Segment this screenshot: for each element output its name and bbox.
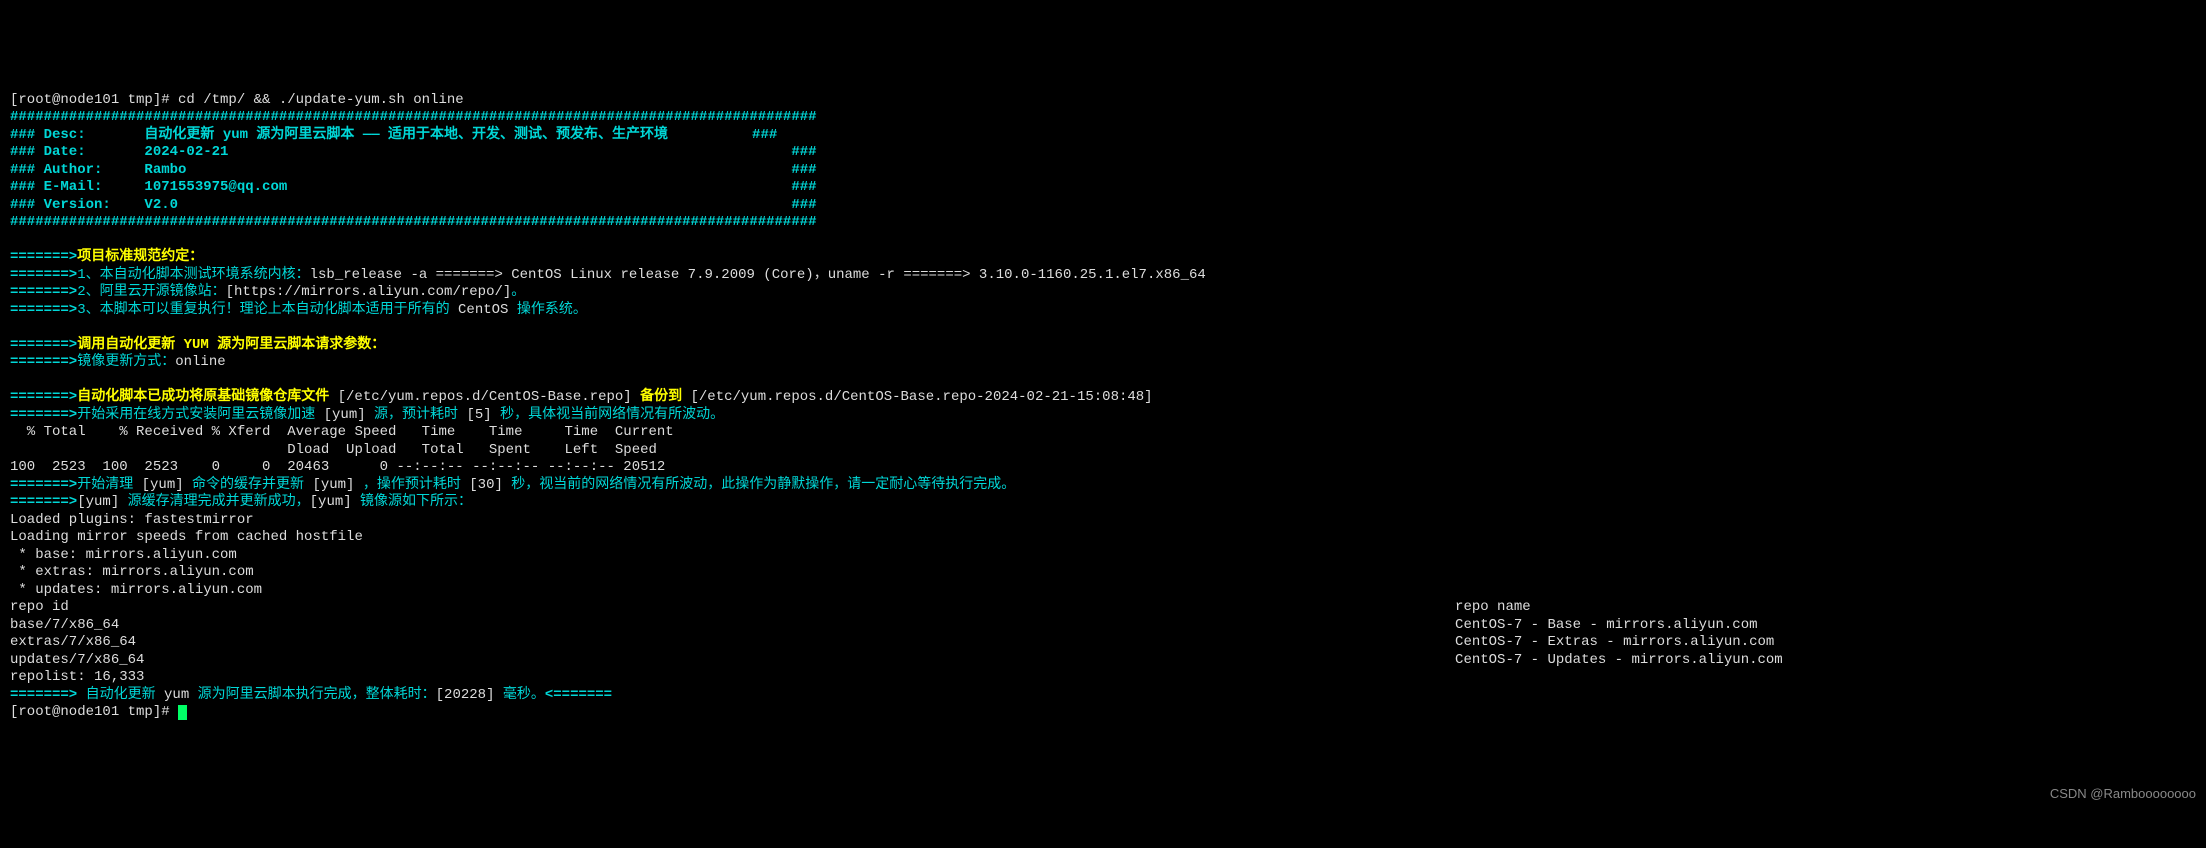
- banner-date: ### Date: 2024-02-21 ###: [10, 144, 817, 160]
- banner-version: ### Version: V2.0 ###: [10, 197, 817, 213]
- repo-row-id: extras/7/x86_64: [10, 634, 136, 650]
- done-msg: 源缓存清理完成并更新成功，: [119, 494, 309, 510]
- backup-src-path: [/etc/yum.repos.d/CentOS-Base.repo]: [338, 389, 632, 405]
- banner-hashline: ########################################…: [10, 109, 817, 125]
- clean-msg: 开始清理: [77, 477, 141, 493]
- backup-dest-path: [/etc/yum.repos.d/CentOS-Base.repo-2024-…: [691, 389, 1153, 405]
- repo-row-id: updates/7/x86_64: [10, 652, 144, 668]
- banner-email: ### E-Mail: 1071553975@qq.com ###: [10, 179, 817, 195]
- rev-arrow-marker: <=======: [545, 687, 612, 703]
- repo-row-name: CentOS-7 - Updates - mirrors.aliyun.com: [1455, 652, 1783, 668]
- arrow-marker: =======>: [10, 267, 77, 283]
- std-line-1-value: lsb_release -a =======> CentOS Linux rel…: [310, 267, 1206, 283]
- section-title-params: 调用自动化更新 YUM 源为阿里云脚本请求参数：: [77, 337, 385, 353]
- mirror-updates: * updates: mirrors.aliyun.com: [10, 582, 262, 598]
- arrow-marker: =======>: [10, 249, 77, 265]
- install-msg: 开始采用在线方式安装阿里云镜像加速: [77, 407, 323, 423]
- shell-prompt[interactable]: [root@node101 tmp]#: [10, 704, 178, 720]
- watermark: CSDN @Ramboooooooo: [2050, 786, 2196, 802]
- section-title-standards: 项目标准规范约定：: [77, 249, 203, 265]
- terminal-output[interactable]: [root@node101 tmp]# cd /tmp/ && ./update…: [10, 74, 2196, 722]
- curl-header-1: % Total % Received % Xferd Average Speed…: [10, 424, 674, 440]
- banner-desc: ### Desc: 自动化更新 yum 源为阿里云脚本 —— 适用于本地、开发、…: [10, 127, 777, 143]
- arrow-marker: =======>: [10, 354, 77, 370]
- arrow-marker: =======>: [10, 407, 77, 423]
- mode-label: 镜像更新方式：: [77, 354, 175, 370]
- shell-prompt-line: [root@node101 tmp]# cd /tmp/ && ./update…: [10, 92, 464, 108]
- arrow-marker: =======>: [10, 687, 77, 703]
- mirror-base: * base: mirrors.aliyun.com: [10, 547, 237, 563]
- loaded-plugins: Loaded plugins: fastestmirror: [10, 512, 254, 528]
- backup-msg-a: 自动化脚本已成功将原基础镜像仓库文件: [77, 389, 337, 405]
- curl-progress-line: 100 2523 100 2523 0 0 20463 0 --:--:-- -…: [10, 459, 665, 475]
- mode-value: online: [175, 354, 225, 370]
- arrow-marker: =======>: [10, 389, 77, 405]
- cursor: [178, 705, 187, 720]
- arrow-marker: =======>: [10, 337, 77, 353]
- repo-row-name: CentOS-7 - Extras - mirrors.aliyun.com: [1455, 634, 1774, 650]
- arrow-marker: =======>: [10, 302, 77, 318]
- repo-row-id: base/7/x86_64: [10, 617, 119, 633]
- arrow-marker: =======>: [10, 477, 77, 493]
- loading-mirrors: Loading mirror speeds from cached hostfi…: [10, 529, 363, 545]
- finish-msg: 自动化更新: [77, 687, 164, 703]
- curl-header-2: Dload Upload Total Spent Left Speed: [10, 442, 657, 458]
- arrow-marker: =======>: [10, 284, 77, 300]
- std-line-3-text: 3、本脚本可以重复执行！理论上本自动化脚本适用于所有的: [77, 302, 458, 318]
- std-line-2-url: [https://mirrors.aliyun.com/repo/]: [226, 284, 512, 300]
- mirror-extras: * extras: mirrors.aliyun.com: [10, 564, 254, 580]
- repolist-total: repolist: 16,333: [10, 669, 144, 685]
- std-line-1-text: 1、本自动化脚本测试环境系统内核：: [77, 267, 309, 283]
- banner-author: ### Author: Rambo ###: [10, 162, 817, 178]
- std-line-3-os: CentOS: [458, 302, 508, 318]
- repo-row-name: CentOS-7 - Base - mirrors.aliyun.com: [1455, 617, 1757, 633]
- arrow-marker: =======>: [10, 494, 77, 510]
- elapsed-ms: [20228]: [436, 687, 495, 703]
- repo-header-id: repo id: [10, 599, 69, 615]
- repo-header-name: repo name: [1455, 599, 1531, 615]
- std-line-2-text: 2、阿里云开源镜像站：: [77, 284, 225, 300]
- banner-hashline: ########################################…: [10, 214, 817, 230]
